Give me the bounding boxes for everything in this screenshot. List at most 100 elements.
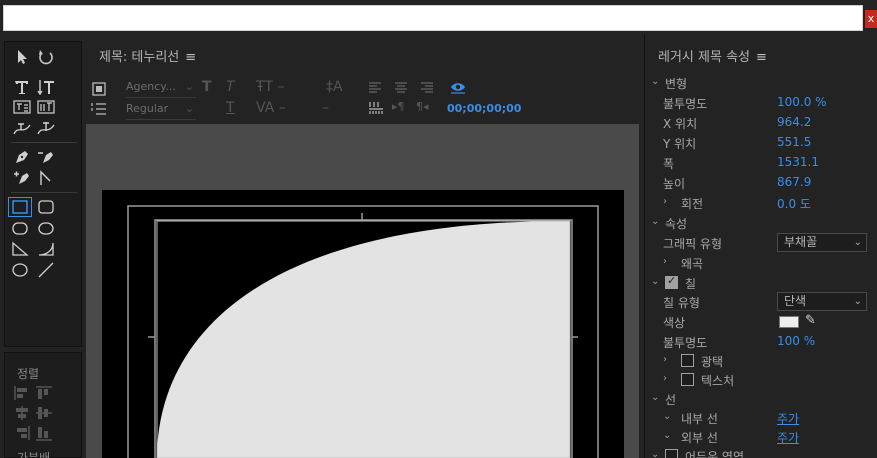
align-right-icon[interactable] [13,425,31,441]
fill-header: 칠 [685,277,697,291]
font-size-icon[interactable]: ŦT – [256,79,285,95]
wedge-tool-icon[interactable] [9,240,31,258]
graphic-type-dropdown[interactable]: 부채꼴 ⌄ [777,233,867,252]
tools-divider [11,142,77,143]
stroke-header: 선 [665,393,677,407]
inner-stroke-row: ⌄ 내부 선 주가 [645,409,877,429]
bold-icon[interactable]: T [202,79,212,95]
path-type-tool-icon[interactable] [11,120,33,138]
align-top-icon[interactable] [35,385,53,401]
color-swatch[interactable] [779,316,799,328]
panel-menu-icon[interactable]: ≡ [756,50,767,65]
rotation-label: 회전 [681,197,704,211]
shadow-row[interactable]: ⌄ 어두운 영역 [645,447,877,458]
graphic-type-row: 그래픽 유형 부채꼴 ⌄ [645,233,877,254]
sheen-row[interactable]: › 광택 [645,352,877,372]
color-row: 색상 ✎ [645,313,877,333]
sheen-checkbox[interactable] [681,354,694,367]
vertical-type-tool-icon[interactable] [35,78,57,96]
line-tool-icon[interactable] [35,261,57,279]
distort-label: 왜곡 [681,257,704,271]
transform-section-header[interactable]: ⌄ 변형 [645,74,877,94]
align-center-horizontal-icon[interactable] [13,405,31,421]
roll-crawl-options-icon[interactable]: ▸¶ [392,100,405,113]
leading-icon[interactable]: ‡A [326,79,343,95]
texture-row[interactable]: › 텍스처 [645,371,877,391]
outer-stroke-add-link[interactable]: 주가 [777,429,799,446]
y-position-row: Y 위치 551.5 [645,134,877,154]
timecode[interactable]: 00;00;00;00 [447,102,521,115]
chevron-down-icon: ⌄ [651,392,660,403]
pen-tool-icon[interactable] [11,148,33,166]
align-bottom-icon[interactable] [35,425,53,441]
y-position-label: Y 위치 [663,137,697,151]
type-tool-icon[interactable] [11,78,33,96]
selection-tool-icon[interactable] [11,48,33,66]
ellipse-tool-icon[interactable] [9,261,31,279]
clipped-corner-rectangle-tool-icon[interactable] [9,219,31,237]
fill-type-dropdown[interactable]: 단색 ⌄ [777,292,867,311]
underline-icon[interactable]: T [226,100,235,116]
width-row: 폭 1531.1 [645,154,877,174]
align-panel: 정렬 가분배 [4,352,82,458]
fill-opacity-value[interactable]: 100 % [777,334,815,348]
wrap-icon[interactable] [368,101,384,115]
rotation-value[interactable]: 0.0 도 [777,195,811,212]
title-canvas[interactable] [102,190,624,458]
rounded-rectangle-tool-icon[interactable] [35,198,57,216]
fill-section-header[interactable]: ⌄ 칠 [645,274,877,294]
tab-stops-icon[interactable] [91,102,107,116]
italic-icon[interactable]: T [226,79,235,95]
title-panel: 제목: 테누리선 ≡ Agency... ⌄ Regular ⌄ T T T ŦT –… [86,34,639,458]
align-text-right-icon[interactable] [420,82,434,94]
font-style-value: Regular [126,102,169,115]
properties-section-header[interactable]: ⌄ 속성 [645,214,877,234]
y-position-value[interactable]: 551.5 [777,135,811,149]
opacity-row: 불투명도 100.0 % [645,94,877,114]
font-style-select[interactable]: Regular ⌄ [126,102,196,120]
paragraph-icon[interactable]: ¶◂ [416,100,429,113]
chevron-down-icon: ⌄ [651,449,660,458]
kerning-icon[interactable]: VA – [256,100,286,116]
properties-header: 속성 [665,217,688,231]
convert-anchor-tool-icon[interactable] [35,169,57,187]
tracking-icon[interactable]: – [322,100,329,116]
opacity-value[interactable]: 100.0 % [777,95,827,109]
align-text-left-icon[interactable] [368,82,382,94]
rotation-row[interactable]: › 회전 0.0 도 [645,194,877,214]
height-value[interactable]: 867.9 [777,175,811,189]
panel-menu-icon[interactable]: ≡ [185,50,196,65]
rectangle-tool-icon[interactable] [8,197,32,217]
rotate-tool-icon[interactable] [35,48,57,66]
chevron-down-icon[interactable]: ⌄ [663,411,671,422]
close-icon[interactable]: x [865,10,877,28]
fill-type-value: 단색 [784,294,807,308]
delete-anchor-tool-icon[interactable] [35,148,57,166]
show-video-icon[interactable] [450,80,466,94]
stroke-section-header[interactable]: ⌄ 선 [645,390,877,410]
title-panel-header: 제목: 테누리선 ≡ [99,46,196,65]
area-type-tool-icon[interactable] [11,98,33,116]
width-value[interactable]: 1531.1 [777,155,819,169]
fill-checkbox[interactable] [665,274,678,289]
x-position-value[interactable]: 964.2 [777,115,811,129]
title-input[interactable] [3,5,863,31]
align-center-vertical-icon[interactable] [35,405,53,421]
inner-stroke-add-link[interactable]: 주가 [777,410,799,427]
chevron-down-icon[interactable]: ⌄ [663,430,671,441]
outer-stroke-label: 외부 선 [681,431,718,445]
distort-row[interactable]: › 왜곡 [645,254,877,274]
add-anchor-tool-icon[interactable] [11,169,33,187]
vertical-path-type-tool-icon[interactable] [35,120,57,138]
align-text-center-icon[interactable] [394,82,408,94]
align-left-icon[interactable] [13,385,31,401]
texture-checkbox[interactable] [681,373,694,386]
align-label: 정렬 [17,367,40,381]
font-family-select[interactable]: Agency... ⌄ [126,80,196,98]
show-background-video-icon[interactable] [92,82,106,96]
vertical-area-type-tool-icon[interactable] [35,98,57,116]
eyedropper-icon[interactable]: ✎ [805,313,816,328]
arc-tool-icon[interactable] [35,240,57,258]
rounded-corner-rectangle-tool-icon[interactable] [35,219,57,237]
shadow-checkbox[interactable] [665,449,678,458]
